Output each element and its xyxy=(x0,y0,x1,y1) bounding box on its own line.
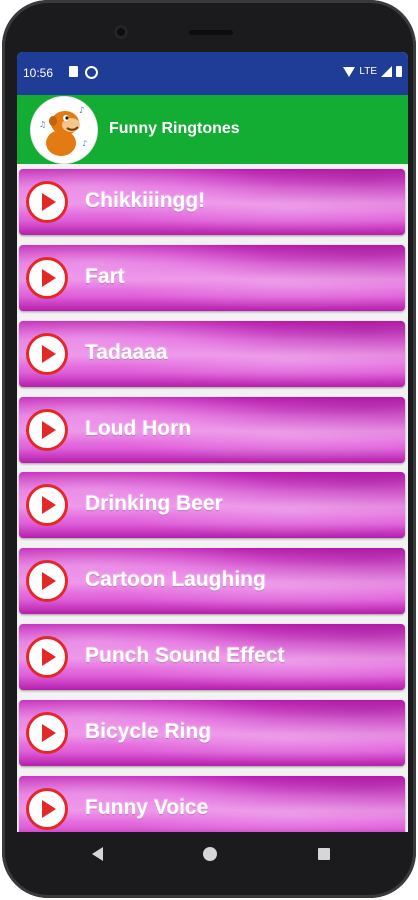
app-title: Funny Ringtones xyxy=(109,120,240,137)
signal-icon xyxy=(381,66,392,77)
sync-icon xyxy=(85,66,98,79)
ringtone-label: Tadaaaa xyxy=(85,341,168,364)
ringtone-tile[interactable]: Tadaaaa xyxy=(19,321,405,387)
ringtone-tile[interactable]: Drinking Beer xyxy=(19,472,405,538)
play-icon[interactable] xyxy=(26,712,68,754)
status-right-icons: LTE xyxy=(343,66,402,77)
battery-icon xyxy=(396,66,402,77)
ringtone-list[interactable]: Chikkiiingg! Fart Tadaaaa Loud Horn Drin… xyxy=(17,164,408,832)
ringtone-tile[interactable]: Bicycle Ring xyxy=(19,700,405,766)
ringtone-tile[interactable]: Cartoon Laughing xyxy=(19,548,405,614)
ringtone-label: Chikkiiingg! xyxy=(85,189,206,212)
app-screen: 10:56 LTE ♪ ♫ ♪ Funny Ringtones Chikkiii… xyxy=(17,52,408,832)
ringtone-tile[interactable]: Funny Voice xyxy=(19,776,405,832)
ringtone-tile[interactable]: Chikkiiingg! xyxy=(19,169,405,235)
monkey-logo-icon: ♪ ♫ ♪ xyxy=(31,97,97,163)
app-toolbar: ♪ ♫ ♪ Funny Ringtones xyxy=(17,95,408,164)
play-icon[interactable] xyxy=(26,484,68,526)
play-icon[interactable] xyxy=(26,257,68,299)
svg-text:♫: ♫ xyxy=(39,120,46,129)
status-time: 10:56 xyxy=(23,66,54,80)
play-icon[interactable] xyxy=(26,181,68,223)
status-left-icons xyxy=(69,66,98,79)
svg-text:♪: ♪ xyxy=(82,139,87,148)
sd-card-icon xyxy=(69,66,78,77)
ringtone-label: Funny Voice xyxy=(85,796,209,819)
phone-frame: 10:56 LTE ♪ ♫ ♪ Funny Ringtones Chikkiii… xyxy=(2,0,416,898)
ringtone-label: Cartoon Laughing xyxy=(85,568,266,591)
ringtone-label: Fart xyxy=(85,265,125,288)
wifi-icon xyxy=(343,66,356,77)
system-nav-bar xyxy=(17,832,408,876)
ringtone-label: Drinking Beer xyxy=(85,492,223,515)
play-icon[interactable] xyxy=(26,333,68,375)
earpiece-speaker xyxy=(189,30,233,35)
play-icon[interactable] xyxy=(26,636,68,678)
ringtone-tile[interactable]: Fart xyxy=(19,245,405,311)
ringtone-tile[interactable]: Punch Sound Effect xyxy=(19,624,405,690)
play-icon[interactable] xyxy=(26,560,68,602)
ringtone-label: Bicycle Ring xyxy=(85,720,212,743)
svg-text:♪: ♪ xyxy=(79,106,85,116)
back-icon[interactable] xyxy=(92,847,103,861)
ringtone-label: Loud Horn xyxy=(85,417,192,440)
network-type: LTE xyxy=(359,66,377,77)
ringtone-label: Punch Sound Effect xyxy=(85,644,285,667)
recents-icon[interactable] xyxy=(318,848,330,860)
play-icon[interactable] xyxy=(26,409,68,451)
home-icon[interactable] xyxy=(203,847,217,861)
front-camera xyxy=(114,25,128,39)
status-bar: 10:56 LTE xyxy=(17,52,408,95)
ringtone-tile[interactable]: Loud Horn xyxy=(19,397,405,463)
play-icon[interactable] xyxy=(26,788,68,830)
